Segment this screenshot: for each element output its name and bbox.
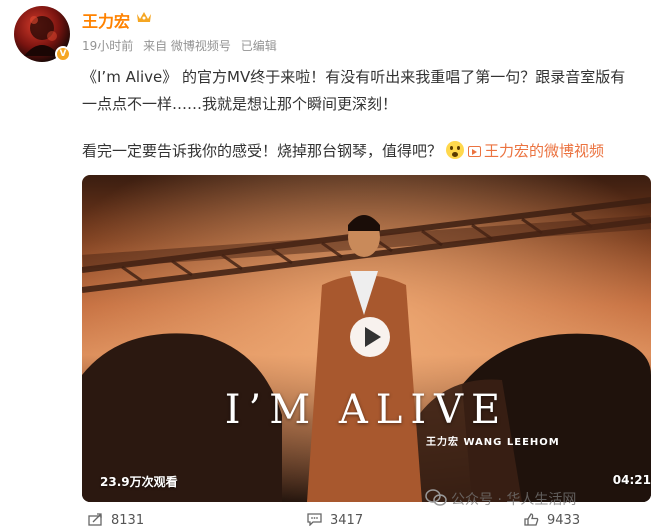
wechat-logo-icon [425,489,447,506]
play-button[interactable] [350,317,390,357]
shocked-emoji-icon [446,141,465,159]
comment-icon [307,513,322,526]
watermark-text: 公众号 · 华人生活网 [451,492,577,508]
video-link-label: 王力宏的微博视频 [484,142,605,160]
view-count: 23.9万次观看 [100,475,178,489]
post-text-line-2: 一点点不一样……我就是想让那个瞬间更深刻！ [82,95,398,113]
post-text-line-1: 《I’m Alive》 的官方MV终于来啦！有没有听出来我重唱了第一句？跟录音室… [82,68,626,86]
post-text: 《I’m Alive》 的官方MV终于来啦！有没有听出来我重唱了第一句？跟录音室… [82,64,651,118]
comment-count: 3417 [330,513,364,528]
verified-badge-icon: V [55,46,71,62]
video-link-icon [468,146,482,157]
video-player[interactable]: I’M ALIVE 王力宏 WANG LEEHOM 23.9万次观看 04:21 [82,175,651,502]
post-text-line-3: 看完一定要告诉我你的感受！烧掉那台钢琴，值得吧？ [82,142,443,160]
share-button[interactable]: 8131 [88,513,144,528]
watermark: 公众号 · 华人生活网 [425,489,576,509]
post-meta: 19小时前 来自 微博视频号 已编辑 [82,37,283,54]
action-bar: 8131 3417 9433 [0,510,651,529]
post-time[interactable]: 19小时前 [82,39,133,53]
video-credit: 王力宏 WANG LEEHOM [426,437,560,448]
thumbs-up-icon [524,513,539,526]
crown-icon [137,12,151,22]
edited-label[interactable]: 已编辑 [241,39,277,53]
share-count: 8131 [111,513,145,528]
like-count: 9433 [547,513,581,528]
username[interactable]: 王力宏 [82,8,130,32]
video-title: I’M ALIVE [224,387,509,433]
post-source[interactable]: 来自 微博视频号 [143,39,231,53]
video-duration: 04:21 [612,473,651,487]
like-button[interactable]: 9433 [524,513,580,528]
share-icon [88,513,102,526]
video-link[interactable]: 王力宏的微博视频 [468,142,604,160]
comment-button[interactable]: 3417 [307,513,363,528]
post-text-line-3-wrap: 看完一定要告诉我你的感受！烧掉那台钢琴，值得吧？ 王力宏的微博视频 [82,140,604,161]
